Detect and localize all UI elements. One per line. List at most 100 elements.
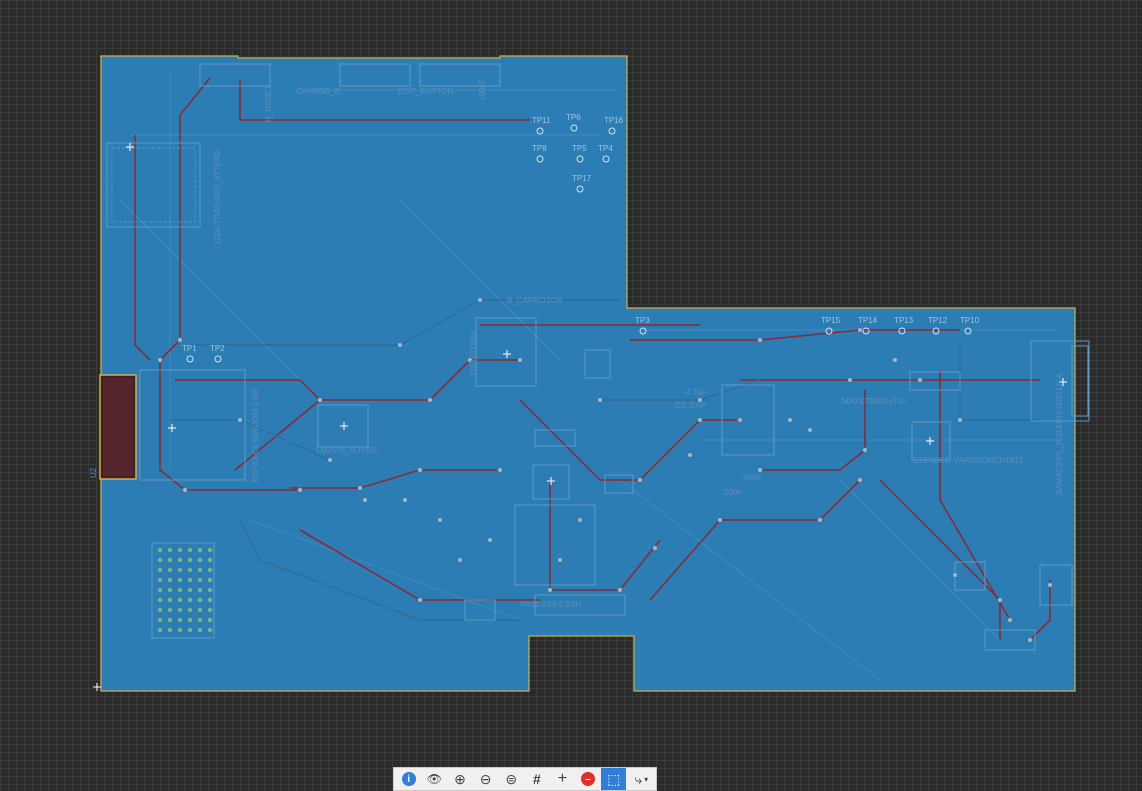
grid-pad xyxy=(207,587,213,593)
grid-pad xyxy=(187,577,193,583)
grid-pad xyxy=(157,627,163,633)
via xyxy=(637,477,643,483)
grid-pad xyxy=(157,607,163,613)
grid-pad xyxy=(167,547,173,553)
zoom-in-icon: ⊕ xyxy=(454,770,466,787)
via xyxy=(1027,637,1033,643)
via xyxy=(717,517,723,523)
via xyxy=(317,397,323,403)
via xyxy=(917,377,923,383)
label-usb-connector: SAMACSYS_10118193-0001LF-A xyxy=(1055,373,1064,495)
grid-pad xyxy=(187,587,193,593)
stop-icon: – xyxy=(581,772,596,786)
grid-pad xyxy=(177,617,183,623)
grid-pad xyxy=(197,607,203,613)
grid-pad xyxy=(177,567,183,573)
grid-pad xyxy=(177,577,183,583)
grid-pad xyxy=(197,587,203,593)
grid-pad xyxy=(177,547,183,553)
grid-pad xyxy=(157,617,163,623)
route-button[interactable]: ⤷ ▾ xyxy=(626,768,656,790)
test-point-label: TP3 xyxy=(635,316,650,325)
grid-pad xyxy=(187,557,193,563)
via xyxy=(847,377,853,383)
via xyxy=(892,357,898,363)
test-point-label: TP4 xyxy=(598,144,613,153)
grid-pad xyxy=(197,547,203,553)
via xyxy=(397,342,403,348)
grid-pad xyxy=(207,567,213,573)
via xyxy=(952,572,958,578)
via xyxy=(957,417,963,423)
grid-pad xyxy=(187,627,193,633)
via xyxy=(497,467,503,473)
via xyxy=(357,485,363,491)
grid-pad xyxy=(177,607,183,613)
grid-pad xyxy=(157,577,163,583)
u2-connector[interactable] xyxy=(99,374,137,480)
via xyxy=(457,557,463,563)
route-icon: ⤷ xyxy=(634,770,643,787)
test-point-label: TP8 xyxy=(532,144,547,153)
label-47uf: 4.7uF xyxy=(686,388,707,397)
test-point-label: TP10 xyxy=(960,316,980,325)
via xyxy=(297,487,303,493)
via xyxy=(997,597,1003,603)
grid-icon: # xyxy=(532,771,541,787)
via xyxy=(362,497,368,503)
grid-pad xyxy=(207,617,213,623)
grid-pad xyxy=(207,597,213,603)
info-button[interactable]: i xyxy=(396,768,422,790)
via xyxy=(327,457,333,463)
label-100nf: 100nF xyxy=(478,78,487,101)
via xyxy=(807,427,813,433)
test-point-label: TP6 xyxy=(566,113,581,122)
zoom-in-button[interactable]: ⊕ xyxy=(447,768,473,790)
crosshair-icon: + xyxy=(557,770,568,787)
via xyxy=(517,357,523,363)
grid-pad xyxy=(207,607,213,613)
via xyxy=(427,397,433,403)
label-pwr: PWR xyxy=(743,474,762,483)
label-r-reset: R_RESET xyxy=(264,85,273,122)
crosshair-button[interactable]: + xyxy=(550,768,576,790)
test-point-label: TP5 xyxy=(572,144,587,153)
via xyxy=(757,467,763,473)
stop-button[interactable]: – xyxy=(575,768,601,790)
grid-pad xyxy=(167,627,173,633)
zoom-fit-icon: ⊜ xyxy=(505,770,518,787)
grid-pad xyxy=(157,587,163,593)
via xyxy=(477,297,483,303)
label-100k: 100k xyxy=(724,488,742,497)
canvas-toolbar: i 👁 ⊕ ⊖ ⊜ # + – ⬚ ⤷ ▾ xyxy=(393,767,657,791)
via xyxy=(617,587,623,593)
test-point-label: TP12 xyxy=(928,316,948,325)
test-point-label: TP16 xyxy=(604,116,624,125)
grid-pad xyxy=(157,547,163,553)
select-button[interactable]: ⬚ xyxy=(600,768,627,790)
via xyxy=(577,517,583,523)
grid-pad xyxy=(197,577,203,583)
via xyxy=(652,545,658,551)
grid-button[interactable]: # xyxy=(524,768,550,790)
grid-pad xyxy=(207,627,213,633)
via xyxy=(597,397,603,403)
label-max17048: MAX17048G+T10 xyxy=(842,397,907,406)
via xyxy=(817,517,823,523)
via xyxy=(437,517,443,523)
via xyxy=(757,337,763,343)
grid-pad xyxy=(187,547,193,553)
label-edit-button: EDIT_BUTTON xyxy=(398,87,454,96)
grid-pad xyxy=(187,567,193,573)
zoom-fit-button[interactable]: ⊜ xyxy=(498,768,524,790)
grid-pad xyxy=(167,587,173,593)
zoom-out-button[interactable]: ⊖ xyxy=(473,768,499,790)
pcb-canvas[interactable]: CHANGE_B EDIT_BUTTON R_RESET 100nF 112A-… xyxy=(0,0,1142,760)
grid-pad xyxy=(157,557,163,563)
via xyxy=(157,357,163,363)
test-point-label: TP14 xyxy=(858,316,878,325)
grid-pad xyxy=(207,557,213,563)
eye-icon: 👁 xyxy=(426,772,443,786)
via xyxy=(182,487,188,493)
view-button[interactable]: 👁 xyxy=(422,768,448,790)
